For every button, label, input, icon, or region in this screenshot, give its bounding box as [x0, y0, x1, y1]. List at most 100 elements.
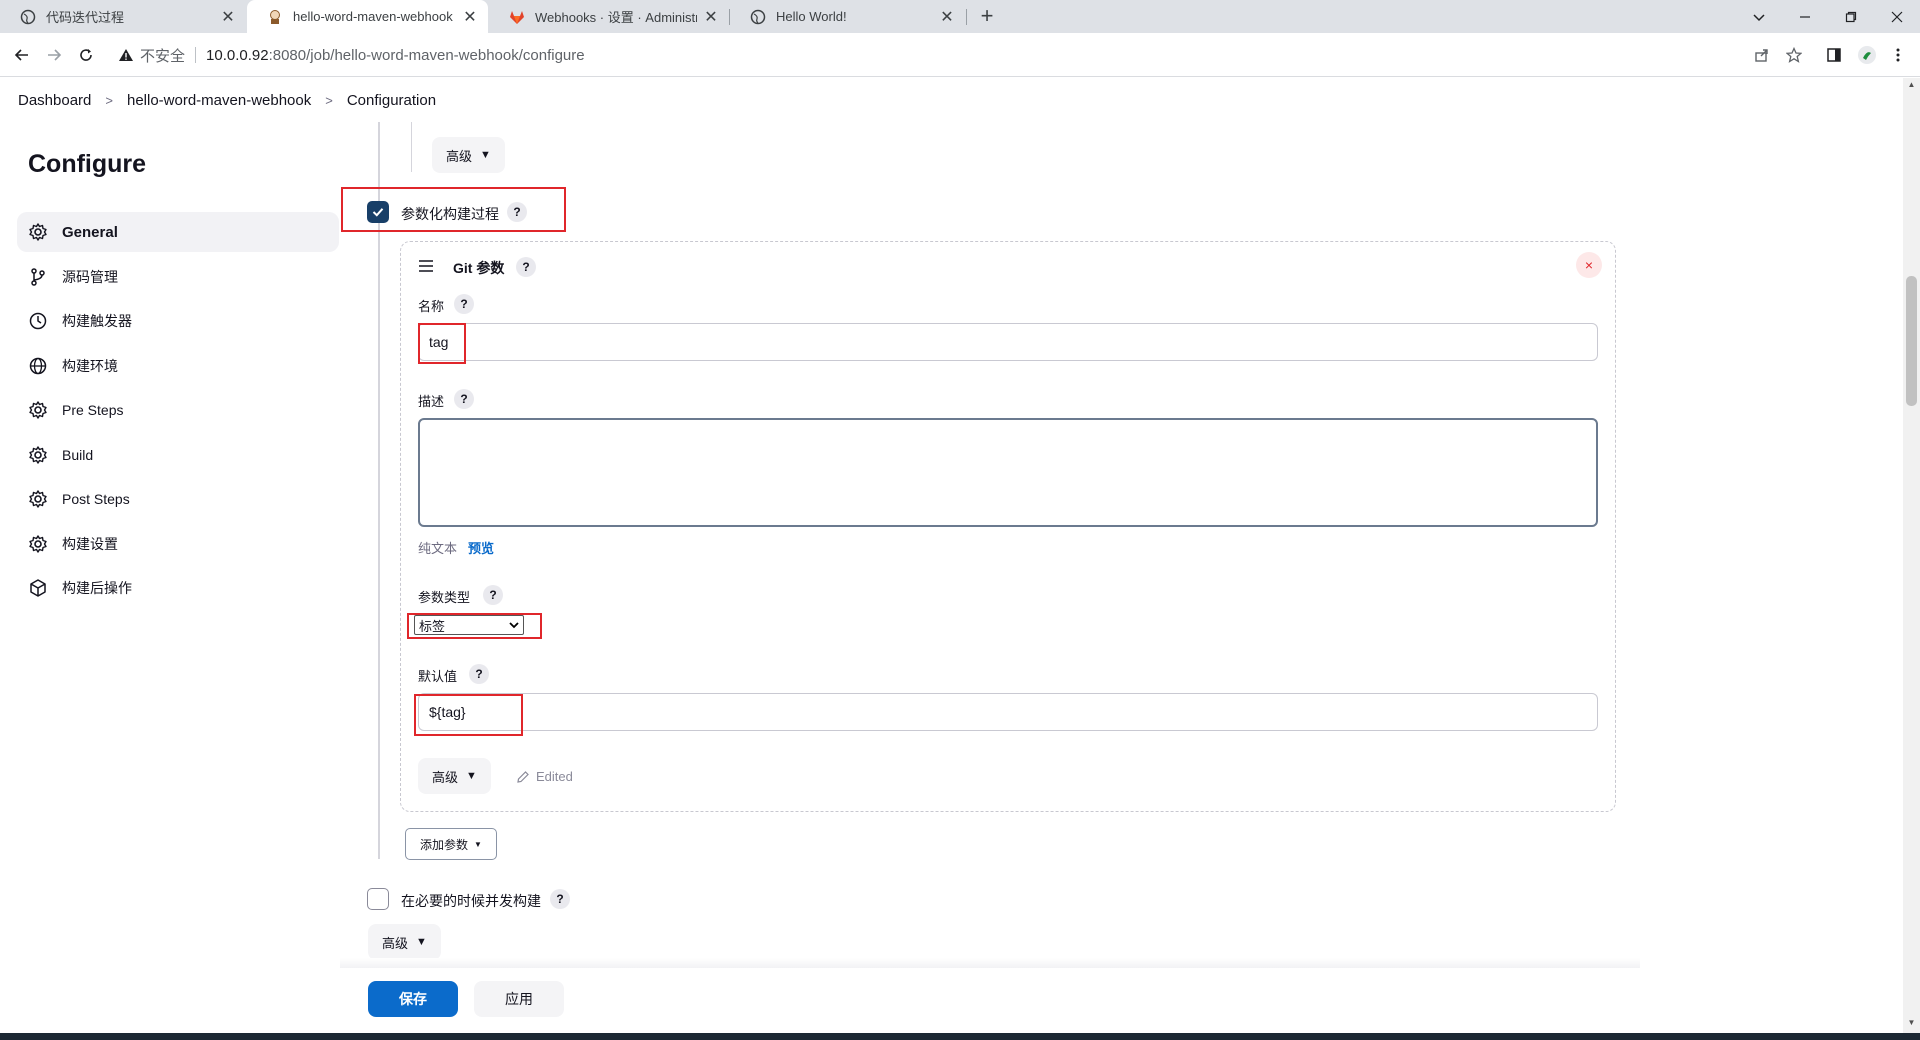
advanced-button[interactable]: 高级 ▼: [432, 137, 505, 173]
scroll-up-icon[interactable]: ▲: [1906, 80, 1917, 89]
minimize-icon[interactable]: [1782, 0, 1828, 33]
section-divider: [411, 122, 412, 172]
browser-tab[interactable]: Hello World! ✕: [730, 0, 965, 33]
help-icon[interactable]: ?: [469, 664, 489, 684]
branch-icon: [28, 267, 48, 287]
sidebar-item-build-settings[interactable]: 构建设置: [17, 524, 339, 564]
add-parameter-button[interactable]: 添加参数 ▼: [405, 828, 497, 860]
side-panel-icon[interactable]: [1822, 43, 1846, 67]
breadcrumb-job[interactable]: hello-word-maven-webhook: [127, 92, 311, 109]
sidebar-item-source[interactable]: 源码管理: [17, 257, 339, 297]
tab-search-icon[interactable]: [1736, 0, 1782, 33]
forward-icon[interactable]: [42, 43, 66, 67]
drag-handle-icon[interactable]: [418, 259, 434, 276]
sidebar-item-pre-steps[interactable]: Pre Steps: [17, 390, 339, 430]
close-window-icon[interactable]: [1874, 0, 1920, 33]
help-icon[interactable]: ?: [454, 389, 474, 409]
gear-icon: [28, 222, 48, 242]
back-icon[interactable]: [10, 43, 34, 67]
chevron-down-icon: ▼: [416, 936, 427, 948]
edited-indicator: Edited: [516, 769, 573, 784]
check-icon: [372, 208, 384, 217]
sidebar-item-environment[interactable]: 构建环境: [17, 346, 339, 386]
advanced-label: 高级: [432, 769, 459, 785]
restore-icon[interactable]: [1828, 0, 1874, 33]
new-tab-button[interactable]: +: [975, 4, 999, 28]
breadcrumb-dashboard[interactable]: Dashboard: [18, 92, 91, 109]
browser-tab-bar: 代码迭代过程 ✕ hello-word-maven-webhook Config…: [0, 0, 1920, 33]
parameterized-label: 参数化构建过程: [401, 206, 499, 222]
scrollbar-thumb[interactable]: [1906, 276, 1917, 406]
scrollbar-track[interactable]: [1903, 78, 1920, 1033]
sidebar-item-label: 源码管理: [62, 269, 118, 285]
reload-icon[interactable]: [74, 43, 98, 67]
more-menu-icon[interactable]: [1886, 43, 1910, 67]
default-value-input[interactable]: ${tag}: [418, 693, 1598, 731]
browser-tab[interactable]: 代码迭代过程 ✕: [0, 0, 246, 33]
breadcrumb: Dashboard > hello-word-maven-webhook > C…: [0, 78, 1900, 122]
caret-down-icon: ▼: [474, 839, 482, 849]
highlight-box: [418, 323, 466, 364]
profile-avatar[interactable]: [1855, 43, 1879, 67]
help-icon[interactable]: ?: [550, 889, 570, 909]
gear-icon: [28, 400, 48, 420]
sidebar-item-label: Post Steps: [62, 491, 130, 507]
name-input[interactable]: tag: [418, 323, 1598, 361]
default-value-label: 默认值: [418, 669, 458, 684]
cube-icon: [28, 578, 48, 598]
param-type-select[interactable]: 标签: [414, 615, 524, 635]
browser-tab-active[interactable]: hello-word-maven-webhook Config ✕: [247, 0, 488, 33]
apply-button[interactable]: 应用: [474, 981, 564, 1017]
share-icon[interactable]: [1750, 43, 1774, 67]
edited-label: Edited: [536, 769, 573, 784]
sidebar-item-build[interactable]: Build: [17, 435, 339, 475]
browser-tab[interactable]: Webhooks · 设置 · Administrator ✕: [489, 0, 729, 33]
address-bar[interactable]: 不安全 10.0.0.92 :8080/job/hello-word-maven…: [110, 38, 1750, 72]
advanced-label: 高级: [446, 148, 473, 164]
sidebar-item-post-build[interactable]: 构建后操作: [17, 568, 339, 608]
add-parameter-label: 添加参数: [420, 837, 469, 852]
globe-icon: [28, 356, 48, 376]
breadcrumb-configuration[interactable]: Configuration: [347, 92, 436, 109]
security-label: 不安全: [140, 47, 186, 65]
advanced-button[interactable]: 高级 ▼: [368, 924, 441, 960]
plain-text-label: 纯文本: [418, 541, 458, 556]
param-type-value: 标签: [419, 618, 446, 634]
clock-icon: [28, 311, 48, 331]
close-icon[interactable]: ✕: [703, 7, 719, 27]
close-icon[interactable]: ✕: [939, 7, 955, 27]
url-path: :8080/job/hello-word-maven-webhook/confi…: [268, 46, 585, 64]
sidebar-item-general[interactable]: General: [17, 212, 339, 252]
save-button[interactable]: 保存: [368, 981, 458, 1017]
chevron-down-icon: [509, 622, 519, 629]
chevron-down-icon: ▼: [466, 770, 477, 782]
description-textarea[interactable]: [418, 418, 1598, 527]
close-icon[interactable]: ×: [1576, 252, 1602, 278]
scroll-down-icon[interactable]: ▼: [1906, 1018, 1917, 1027]
parameterized-checkbox[interactable]: [367, 201, 389, 223]
sidebar-item-triggers[interactable]: 构建触发器: [17, 301, 339, 341]
sidebar-item-label: 构建后操作: [62, 580, 132, 596]
warning-icon: [119, 49, 133, 61]
tab-title: hello-word-maven-webhook Config: [293, 9, 456, 24]
tab-title: Webhooks · 设置 · Administrator: [535, 10, 697, 25]
section-divider: [378, 122, 380, 859]
name-label: 名称: [418, 299, 445, 314]
tab-title: 代码迭代过程: [46, 10, 125, 25]
bookmark-star-icon[interactable]: [1782, 43, 1806, 67]
help-icon[interactable]: ?: [507, 202, 527, 222]
help-icon[interactable]: ?: [483, 585, 503, 605]
concurrent-build-checkbox[interactable]: [367, 888, 389, 910]
close-icon[interactable]: ✕: [462, 7, 478, 27]
sidebar-item-post-steps[interactable]: Post Steps: [17, 479, 339, 519]
preview-link[interactable]: 预览: [468, 538, 494, 557]
close-icon[interactable]: ✕: [220, 7, 236, 27]
divider: [195, 47, 197, 63]
page-title: Configure: [28, 150, 147, 178]
help-icon[interactable]: ?: [516, 257, 536, 277]
gitlab-icon: [510, 10, 524, 24]
pencil-icon: [517, 770, 529, 783]
param-type-label: 参数类型: [418, 590, 471, 605]
advanced-button[interactable]: 高级 ▼: [418, 758, 491, 794]
help-icon[interactable]: ?: [454, 294, 474, 314]
